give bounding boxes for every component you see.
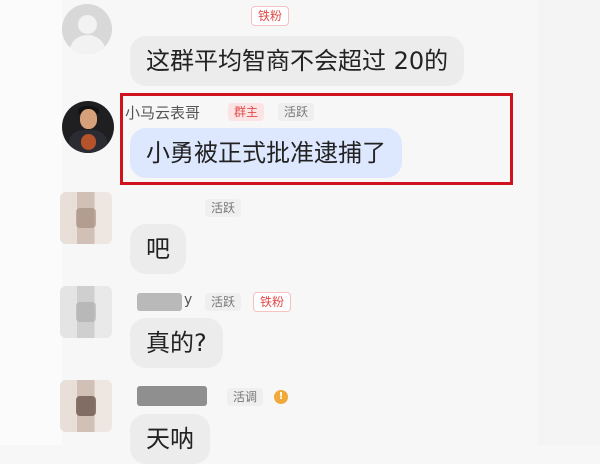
message-text: 真的? <box>146 329 207 357</box>
avatar-face-shape <box>79 109 98 130</box>
message-bubble[interactable]: 吧 <box>130 224 186 274</box>
message-text: 天呐 <box>146 425 194 453</box>
avatar-blurred[interactable] <box>60 380 112 432</box>
redacted-name-block <box>137 293 182 311</box>
badge-active: 活跃 <box>205 199 242 217</box>
message-text: 吧 <box>146 235 170 263</box>
redacted-name-block <box>137 386 207 406</box>
badge-active: 活跃 <box>205 293 242 311</box>
avatar-photo-group-owner[interactable] <box>62 101 114 153</box>
avatar-basketball-shape <box>80 134 97 150</box>
avatar-default-user[interactable] <box>62 4 112 54</box>
message-bubble[interactable]: 这群平均智商不会超过 20的 <box>130 36 465 86</box>
avatar-blurred[interactable] <box>60 192 112 244</box>
left-margin <box>0 0 62 445</box>
avatar-body-shape <box>69 35 105 54</box>
sender-name-fragment: y <box>184 292 193 308</box>
message-bubble[interactable]: 真的? <box>130 318 223 368</box>
badge-iron-fan: 铁粉 <box>253 292 292 312</box>
badge-active: 活跃 <box>278 103 315 121</box>
message-text: 小勇被正式批准逮捕了 <box>146 139 386 167</box>
message-text: 这群平均智商不会超过 20的 <box>146 47 449 75</box>
badge-group-owner: 群主 <box>228 103 265 121</box>
message-bubble[interactable]: 天呐 <box>130 414 210 464</box>
coin-icon: ! <box>274 390 288 404</box>
avatar-blurred[interactable] <box>60 286 112 338</box>
message-bubble-highlighted[interactable]: 小勇被正式批准逮捕了 <box>130 128 402 178</box>
right-margin <box>538 0 600 445</box>
avatar-head-shape <box>77 15 97 34</box>
badge-active: 活调 <box>227 388 264 406</box>
sender-name[interactable]: 小马云表哥 <box>125 102 200 123</box>
badge-iron-fan: 铁粉 <box>251 6 290 26</box>
